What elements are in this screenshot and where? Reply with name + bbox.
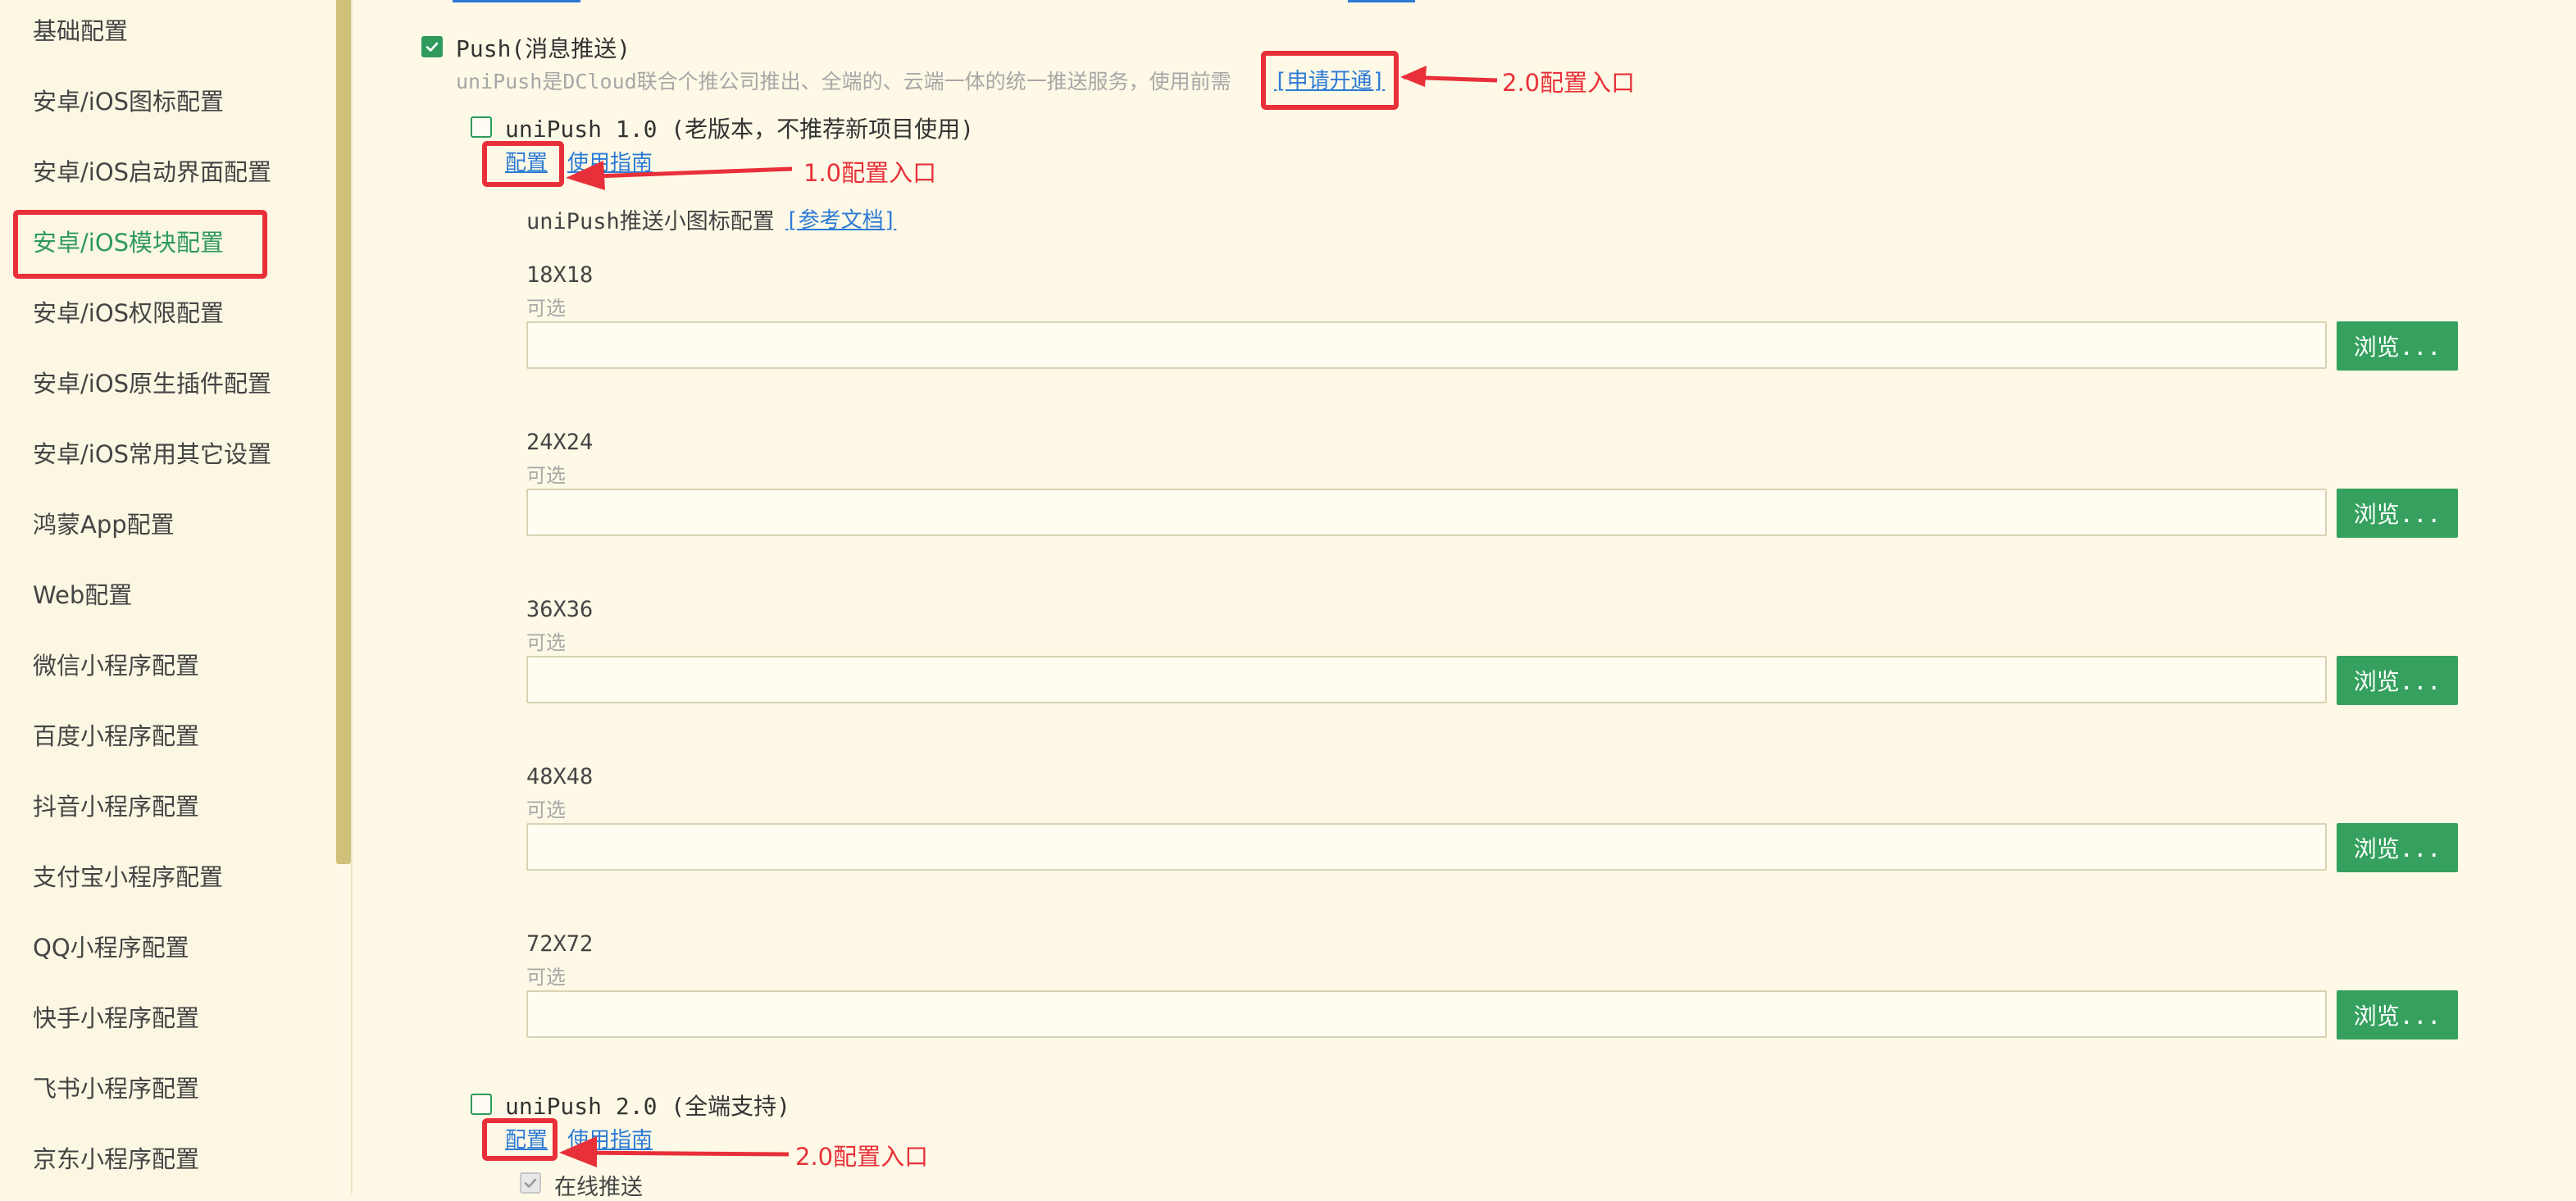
unipush1-guide-link[interactable]: 使用指南 [567, 146, 653, 176]
annotation-2-0-entry: 2.0配置入口 [1502, 69, 1636, 97]
sidebar-item-modules[interactable]: 安卓/iOS模块配置 [33, 218, 224, 267]
annotation-1-0-entry: 1.0配置入口 [803, 159, 937, 187]
sidebar: 基础配置 安卓/iOS图标配置 安卓/iOS启动界面配置 安卓/iOS模块配置 … [0, 0, 336, 1194]
sidebar-item-baidu[interactable]: 百度小程序配置 [33, 712, 199, 761]
optional-label: 可选 [526, 464, 566, 487]
browse-button-72[interactable]: 浏览... [2337, 990, 2458, 1040]
icon-18-input[interactable] [526, 321, 2327, 369]
doc-link[interactable]: [参考文档] [785, 203, 896, 234]
unipush1-config-link[interactable]: 配置 [505, 146, 548, 176]
sidebar-item-app-icon[interactable]: 安卓/iOS图标配置 [33, 77, 224, 126]
sidebar-item-permissions[interactable]: 安卓/iOS权限配置 [33, 289, 224, 338]
sidebar-item-web[interactable]: Web配置 [33, 571, 132, 620]
unipush1-checkbox[interactable] [471, 116, 492, 138]
sidebar-item-kuaishou[interactable]: 快手小程序配置 [33, 994, 199, 1043]
arrow-apply [1403, 75, 1498, 83]
sidebar-scrollbar[interactable] [336, 0, 351, 864]
icon-48-input[interactable] [526, 823, 2327, 871]
sidebar-item-other-settings[interactable]: 安卓/iOS常用其它设置 [33, 430, 271, 479]
sidebar-item-douyin[interactable]: 抖音小程序配置 [33, 782, 199, 831]
sidebar-item-weixin[interactable]: 微信小程序配置 [33, 641, 199, 690]
icon-36-input[interactable] [526, 656, 2327, 703]
sidebar-item-qq[interactable]: QQ小程序配置 [33, 923, 189, 972]
check-icon [524, 1178, 537, 1188]
sidebar-item-splash[interactable]: 安卓/iOS启动界面配置 [33, 148, 271, 197]
unipush2-label: uniPush 2.0 (全端支持) [505, 1093, 791, 1120]
optional-label: 可选 [526, 798, 566, 821]
sidebar-item-native-plugins[interactable]: 安卓/iOS原生插件配置 [33, 359, 271, 408]
browse-button-18[interactable]: 浏览... [2337, 321, 2458, 371]
push-description: uniPush是DCloud联合个推公司推出、全端的、云端一体的统一推送服务，使… [456, 70, 1231, 93]
size-label-72: 72X72 [526, 931, 594, 957]
optional-label: 可选 [526, 297, 566, 320]
icon-24-input[interactable] [526, 489, 2327, 536]
icon-config-label: uniPush推送小图标配置 [526, 209, 775, 234]
size-label-48: 48X48 [526, 764, 594, 789]
unipush2-config-link[interactable]: 配置 [505, 1123, 548, 1153]
sidebar-divider [351, 0, 353, 1194]
annotation-2-0-entry-bottom: 2.0配置入口 [795, 1143, 929, 1171]
icon-72-input[interactable] [526, 990, 2327, 1038]
sidebar-item-harmony[interactable]: 鸿蒙App配置 [33, 500, 175, 549]
browse-button-48[interactable]: 浏览... [2337, 823, 2458, 872]
optional-label: 可选 [526, 966, 566, 989]
size-label-24: 24X24 [526, 430, 594, 455]
top-link-stub[interactable] [1348, 0, 1415, 2]
size-label-36: 36X36 [526, 597, 594, 622]
arrow-head [1400, 66, 1427, 87]
online-push-checkbox[interactable] [520, 1172, 541, 1194]
unipush2-guide-link[interactable]: 使用指南 [567, 1123, 653, 1153]
sidebar-item-feishu[interactable]: 飞书小程序配置 [33, 1064, 199, 1113]
apply-link[interactable]: [申请开通] [1274, 64, 1385, 94]
unipush1-label: uniPush 1.0 (老版本，不推荐新项目使用) [505, 116, 975, 143]
browse-button-36[interactable]: 浏览... [2337, 656, 2458, 705]
size-label-18: 18X18 [526, 262, 594, 288]
sidebar-item-basic[interactable]: 基础配置 [33, 7, 128, 56]
unipush2-checkbox[interactable] [471, 1094, 492, 1115]
top-link-stub[interactable] [453, 0, 580, 2]
browse-button-24[interactable]: 浏览... [2337, 489, 2458, 538]
sidebar-item-jd[interactable]: 京东小程序配置 [33, 1135, 199, 1184]
push-checkbox[interactable] [421, 36, 443, 57]
push-label: Push(消息推送) [456, 35, 631, 62]
optional-label: 可选 [526, 631, 566, 654]
online-push-label: 在线推送 [554, 1175, 643, 1200]
sidebar-item-alipay[interactable]: 支付宝小程序配置 [33, 853, 223, 902]
check-icon [426, 42, 439, 52]
